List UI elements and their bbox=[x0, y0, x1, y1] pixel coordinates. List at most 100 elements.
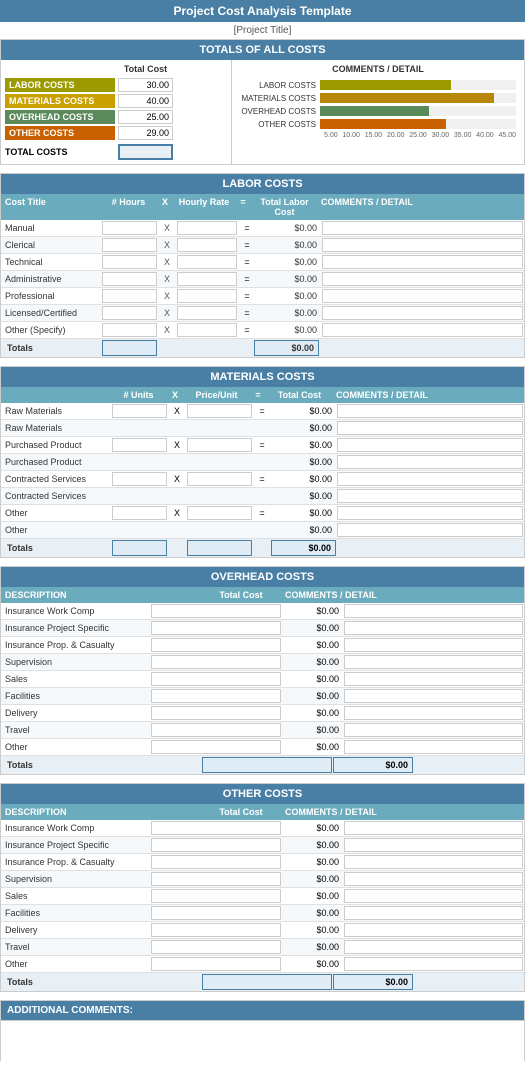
other-costs-col-comments: COMMENTS / DETAIL bbox=[281, 804, 524, 820]
overhead-totals-row: Totals $0.00 bbox=[1, 756, 524, 774]
overhead-comments-input[interactable] bbox=[344, 706, 523, 720]
materials-totals-price-input[interactable] bbox=[187, 540, 252, 556]
other-costs-comments-input[interactable] bbox=[344, 872, 523, 886]
materials-price-input[interactable] bbox=[187, 472, 252, 486]
additional-comments-input[interactable] bbox=[1, 1021, 524, 1061]
labor-comments-input[interactable] bbox=[322, 221, 523, 235]
other-costs-desc-input[interactable] bbox=[151, 889, 281, 903]
labor-rows: Manual X = $0.00 Clerical X = $0.00 Tech… bbox=[1, 220, 524, 339]
materials-comments-input[interactable] bbox=[337, 489, 523, 503]
overhead-row-total: $0.00 bbox=[282, 655, 343, 669]
additional-comments-body[interactable] bbox=[1, 1020, 524, 1060]
overhead-comments-input[interactable] bbox=[344, 689, 523, 703]
other-costs-comments-input[interactable] bbox=[344, 838, 523, 852]
chart-bar-row: MATERIALS COSTS bbox=[240, 93, 516, 103]
labor-eq: = bbox=[238, 291, 256, 301]
other-costs-desc-input[interactable] bbox=[151, 838, 281, 852]
other-costs-totals-input[interactable] bbox=[202, 974, 332, 990]
materials-x: X bbox=[168, 406, 186, 416]
labor-hours-input[interactable] bbox=[102, 221, 157, 235]
materials-totals-units-input[interactable] bbox=[112, 540, 167, 556]
materials-comments-input[interactable] bbox=[337, 523, 523, 537]
overhead-comments-input[interactable] bbox=[344, 638, 523, 652]
labor-hourly-input[interactable] bbox=[177, 323, 237, 337]
materials-row-total: $0.00 bbox=[271, 438, 336, 452]
overhead-desc-input[interactable] bbox=[151, 638, 281, 652]
labor-hours-input[interactable] bbox=[102, 306, 157, 320]
labor-totals-hours-input[interactable] bbox=[102, 340, 157, 356]
materials-comments-input[interactable] bbox=[337, 506, 523, 520]
other-costs-desc-input[interactable] bbox=[151, 821, 281, 835]
other-costs-desc-input[interactable] bbox=[151, 872, 281, 886]
materials-comments-input[interactable] bbox=[337, 421, 523, 435]
overhead-comments-input[interactable] bbox=[344, 672, 523, 686]
materials-price-input[interactable] bbox=[187, 506, 252, 520]
other-costs-comments-input[interactable] bbox=[344, 957, 523, 971]
overhead-comments-input[interactable] bbox=[344, 655, 523, 669]
other-costs-desc-input[interactable] bbox=[151, 906, 281, 920]
labor-hourly-input[interactable] bbox=[177, 306, 237, 320]
labor-comments-input[interactable] bbox=[322, 289, 523, 303]
overhead-desc-input[interactable] bbox=[151, 621, 281, 635]
other-costs-comments-input[interactable] bbox=[344, 821, 523, 835]
overhead-desc-input[interactable] bbox=[151, 655, 281, 669]
overhead-comments-input[interactable] bbox=[344, 740, 523, 754]
overhead-row-total: $0.00 bbox=[282, 638, 343, 652]
other-costs-desc-input[interactable] bbox=[151, 957, 281, 971]
overhead-desc-input[interactable] bbox=[151, 689, 281, 703]
other-costs-row-label: Insurance Work Comp bbox=[1, 821, 150, 835]
other-costs-row-total: $0.00 bbox=[282, 906, 343, 920]
labor-hourly-input[interactable] bbox=[177, 289, 237, 303]
materials-units-input[interactable] bbox=[112, 438, 167, 452]
labor-hours-input[interactable] bbox=[102, 238, 157, 252]
other-costs-desc-input[interactable] bbox=[151, 940, 281, 954]
materials-comments-input[interactable] bbox=[337, 438, 523, 452]
overhead-desc-input[interactable] bbox=[151, 706, 281, 720]
overhead-comments-input[interactable] bbox=[344, 621, 523, 635]
other-costs-comments-input[interactable] bbox=[344, 906, 523, 920]
materials-price-input[interactable] bbox=[187, 438, 252, 452]
other-costs-data-row: Supervision $0.00 bbox=[1, 871, 524, 888]
labor-hours-input[interactable] bbox=[102, 272, 157, 286]
labor-eq: = bbox=[238, 274, 256, 284]
materials-units-input[interactable] bbox=[112, 506, 167, 520]
materials-comments-input[interactable] bbox=[337, 404, 523, 418]
labor-comments-input[interactable] bbox=[322, 238, 523, 252]
other-costs-desc-input[interactable] bbox=[151, 923, 281, 937]
other-costs-comments-input[interactable] bbox=[344, 855, 523, 869]
materials-price-input[interactable] bbox=[187, 404, 252, 418]
materials-units-input[interactable] bbox=[112, 472, 167, 486]
labor-hours-input[interactable] bbox=[102, 289, 157, 303]
labor-col-eq: = bbox=[234, 194, 252, 220]
overhead-data-row: Travel $0.00 bbox=[1, 722, 524, 739]
other-costs-row-label: Facilities bbox=[1, 906, 150, 920]
other-costs-comments-input[interactable] bbox=[344, 923, 523, 937]
overhead-desc-input[interactable] bbox=[151, 672, 281, 686]
labor-hourly-input[interactable] bbox=[177, 238, 237, 252]
other-costs-comments-input[interactable] bbox=[344, 940, 523, 954]
labor-comments-input[interactable] bbox=[322, 272, 523, 286]
materials-comments-input[interactable] bbox=[337, 472, 523, 486]
labor-totals-row: Totals $0.00 bbox=[1, 339, 524, 357]
labor-comments-input[interactable] bbox=[322, 306, 523, 320]
materials-comments-input[interactable] bbox=[337, 455, 523, 469]
labor-hourly-input[interactable] bbox=[177, 221, 237, 235]
labor-row-total: $0.00 bbox=[256, 221, 321, 235]
overhead-desc-input[interactable] bbox=[151, 604, 281, 618]
overhead-comments-input[interactable] bbox=[344, 723, 523, 737]
overhead-totals-input[interactable] bbox=[202, 757, 332, 773]
other-costs-comments-input[interactable] bbox=[344, 889, 523, 903]
labor-comments-input[interactable] bbox=[322, 255, 523, 269]
labor-comments-input[interactable] bbox=[322, 323, 523, 337]
labor-hourly-input[interactable] bbox=[177, 272, 237, 286]
labor-hours-input[interactable] bbox=[102, 255, 157, 269]
overhead-desc-input[interactable] bbox=[151, 740, 281, 754]
labor-hourly-input[interactable] bbox=[177, 255, 237, 269]
overhead-comments-input[interactable] bbox=[344, 604, 523, 618]
materials-units-input[interactable] bbox=[112, 404, 167, 418]
other-costs-desc-input[interactable] bbox=[151, 855, 281, 869]
overhead-desc-input[interactable] bbox=[151, 723, 281, 737]
overhead-row-total: $0.00 bbox=[282, 621, 343, 635]
mat-col-price: Price/Unit bbox=[184, 387, 249, 403]
labor-hours-input[interactable] bbox=[102, 323, 157, 337]
